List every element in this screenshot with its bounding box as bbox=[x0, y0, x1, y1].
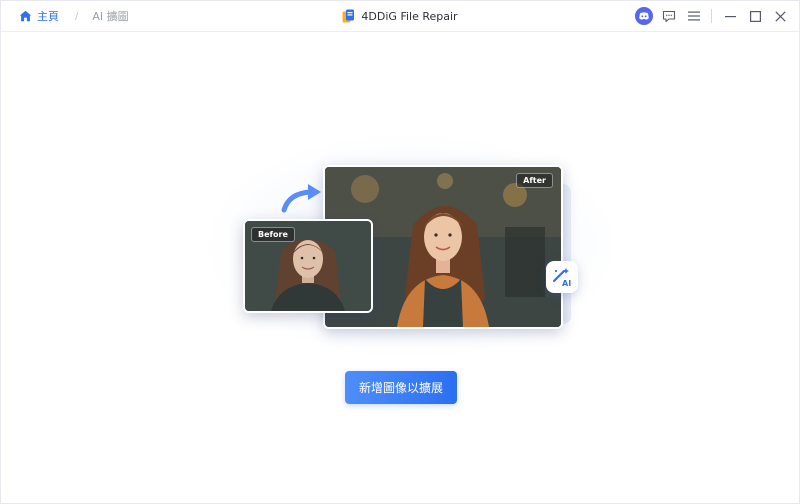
menu-icon bbox=[688, 11, 700, 21]
breadcrumb-separator: / bbox=[75, 10, 79, 22]
before-label: Before bbox=[251, 227, 295, 242]
minimize-icon bbox=[724, 15, 736, 17]
breadcrumb-home-label: 主頁 bbox=[37, 10, 59, 23]
add-image-button[interactable]: 新增圖像以擴展 bbox=[345, 371, 457, 404]
app-window: 主頁 / AI 擴圖 4DDiG File Repair After Befor… bbox=[0, 0, 800, 504]
expand-illustration: After Before AI bbox=[201, 131, 621, 361]
close-button[interactable] bbox=[769, 5, 791, 27]
add-image-button-label: 新增圖像以擴展 bbox=[358, 381, 443, 395]
breadcrumb: 主頁 / AI 擴圖 bbox=[19, 1, 129, 31]
breadcrumb-current: AI 擴圖 bbox=[92, 10, 129, 23]
after-label: After bbox=[516, 173, 553, 188]
before-image: Before bbox=[243, 219, 373, 313]
controls-divider bbox=[711, 9, 712, 23]
feedback-button[interactable] bbox=[658, 5, 680, 27]
ai-expand-badge: AI bbox=[546, 261, 578, 293]
discord-button[interactable] bbox=[633, 5, 655, 27]
minimize-button[interactable] bbox=[719, 5, 741, 27]
breadcrumb-home[interactable]: 主頁 bbox=[19, 8, 59, 24]
magic-wand-icon: AI bbox=[552, 268, 571, 288]
close-icon bbox=[774, 10, 786, 22]
maximize-icon bbox=[749, 10, 761, 22]
feedback-icon bbox=[662, 10, 676, 22]
ai-badge-text: AI bbox=[562, 279, 571, 288]
app-title-text: 4DDiG File Repair bbox=[361, 9, 458, 23]
maximize-button[interactable] bbox=[744, 5, 766, 27]
title-bar: 主頁 / AI 擴圖 4DDiG File Repair bbox=[1, 1, 799, 32]
discord-icon bbox=[635, 7, 653, 25]
home-icon bbox=[19, 10, 32, 22]
curved-arrow-icon bbox=[281, 184, 321, 213]
app-logo-icon bbox=[342, 9, 355, 24]
window-controls bbox=[630, 1, 791, 31]
menu-button[interactable] bbox=[683, 5, 705, 27]
